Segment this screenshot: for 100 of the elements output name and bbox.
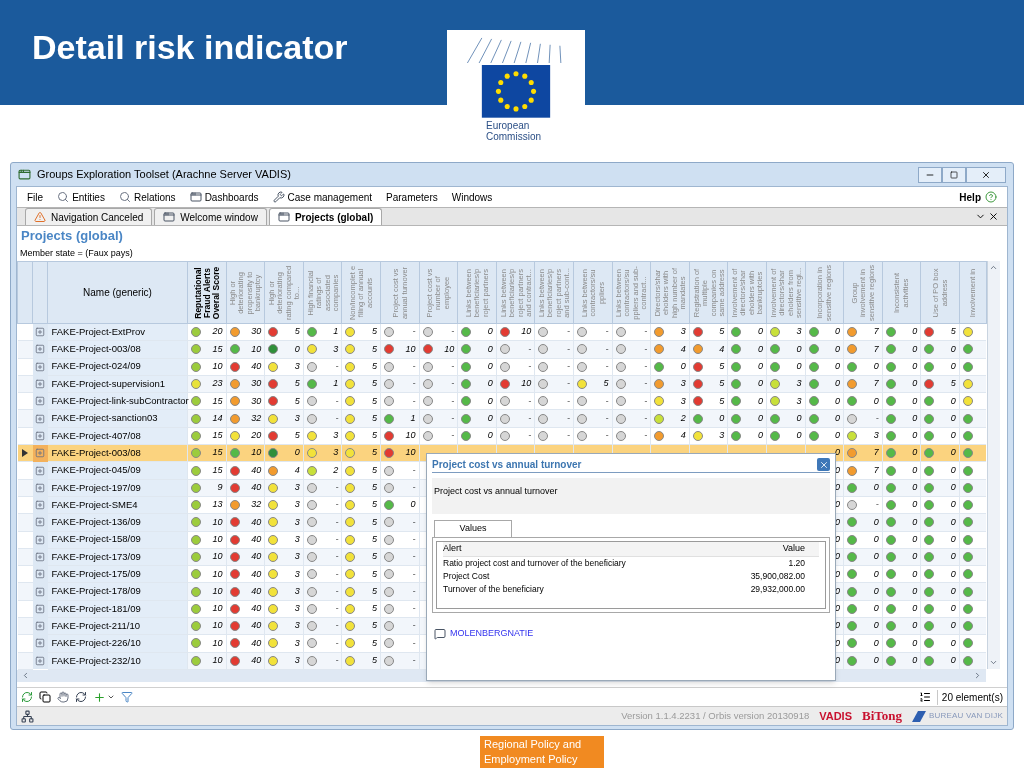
indicator-value: 3 — [294, 636, 300, 650]
indicator-value: 40 — [251, 602, 262, 616]
indicator-value: - — [566, 377, 570, 391]
indicator-value: 0 — [912, 429, 918, 443]
expand-icon[interactable] — [35, 655, 45, 666]
indicator-value: - — [605, 394, 609, 408]
expand-icon[interactable] — [35, 603, 45, 614]
scroll-left-icon[interactable] — [21, 671, 30, 681]
maximize-icon — [950, 170, 958, 179]
expand-icon[interactable] — [35, 621, 45, 632]
close-button[interactable] — [966, 166, 1006, 183]
indicator-value: - — [335, 550, 339, 564]
expand-icon[interactable] — [35, 396, 45, 407]
expand-icon[interactable] — [35, 327, 45, 338]
caret-icon[interactable] — [107, 693, 115, 701]
expand-icon[interactable] — [35, 638, 45, 649]
expand-icon[interactable] — [35, 552, 45, 562]
menu-item[interactable]: File — [27, 189, 44, 205]
indicator-value: - — [644, 394, 648, 408]
company-logo: BUREAU VAN DIJK — [929, 710, 1003, 722]
indicator-value: 30 — [251, 394, 262, 408]
indicator-value: 0 — [835, 342, 841, 356]
indicator-value: 3 — [680, 325, 686, 339]
column-header[interactable]: Reputational Fraud Alerts Overal Score — [188, 262, 226, 323]
list-icon[interactable] — [918, 691, 931, 703]
indicator-value: - — [451, 429, 455, 443]
expand-icon[interactable] — [35, 361, 45, 372]
description-text: Project cost vs annual turnover — [434, 486, 558, 496]
project-name: FAKE-Project-045/09 — [51, 464, 141, 476]
search-icon — [118, 191, 131, 203]
document-tab[interactable]: Navigation Canceled — [25, 208, 153, 225]
document-tab[interactable]: Projects (global) — [268, 208, 383, 225]
values-tab[interactable]: Values — [434, 520, 512, 537]
indicator-value: 0 — [950, 394, 956, 408]
menu-item[interactable]: Entities — [57, 189, 105, 205]
project-name: FAKE-Project-024/09 — [51, 360, 141, 372]
maximize-button[interactable] — [942, 166, 966, 183]
close-tab-icon[interactable] — [988, 211, 999, 222]
rotate-icon[interactable] — [75, 691, 87, 703]
scroll-right-icon[interactable] — [973, 671, 982, 681]
expand-icon[interactable] — [35, 482, 45, 493]
indicator-value: 4 — [680, 429, 686, 443]
indicator-value: - — [644, 325, 648, 339]
indicator-value: 0 — [912, 377, 918, 391]
entity-link[interactable]: MOLENBERGNATIE — [450, 627, 534, 641]
indicator-value: 0 — [912, 532, 918, 546]
indicator-value: 5 — [950, 377, 956, 391]
filter-icon[interactable] — [121, 691, 133, 703]
column-header[interactable]: Value — [782, 542, 819, 556]
expand-icon[interactable] — [35, 379, 45, 390]
company-logo: BiTong — [862, 707, 902, 726]
menu-item[interactable]: Dashboards — [189, 189, 259, 205]
indicator-value: 2 — [680, 411, 686, 425]
indicator-value: 0 — [950, 584, 956, 598]
scroll-up-icon[interactable] — [989, 263, 999, 272]
expand-icon[interactable] — [35, 344, 45, 355]
help-button[interactable]: Help — [959, 189, 997, 205]
indicator-value: - — [644, 377, 648, 391]
indicator-value: 0 — [950, 481, 956, 495]
indicator-value: 0 — [950, 654, 956, 668]
indicator-value: 0 — [757, 360, 763, 373]
expand-icon[interactable] — [35, 569, 45, 580]
menu-item[interactable]: Case management — [272, 189, 373, 205]
indicator-value: 13 — [212, 498, 223, 512]
column-header[interactable]: Alert — [443, 542, 462, 556]
indicator-value: 4 — [680, 342, 686, 356]
expand-icon[interactable] — [35, 517, 45, 528]
indicator-value: - — [566, 325, 570, 339]
indicator-value: - — [566, 342, 570, 356]
close-button[interactable] — [817, 458, 830, 471]
indicator-value: 0 — [950, 619, 956, 633]
indicator-value: 32 — [251, 411, 262, 425]
document-tab[interactable]: Welcome window — [154, 208, 267, 225]
copy-icon[interactable] — [39, 691, 51, 703]
refresh-icon[interactable] — [21, 691, 33, 703]
minimize-button[interactable] — [918, 166, 942, 183]
expand-icon[interactable] — [35, 465, 45, 476]
help-icon — [985, 191, 997, 203]
expand-icon[interactable] — [35, 534, 45, 545]
menu-item[interactable]: Windows — [451, 189, 493, 205]
indicator-value: 10 — [212, 360, 223, 373]
expand-icon[interactable] — [35, 500, 45, 511]
indicator-value: 3 — [294, 584, 300, 598]
hand-icon[interactable] — [57, 691, 69, 703]
expand-icon[interactable] — [35, 430, 45, 441]
project-name: FAKE-Project-158/09 — [51, 533, 141, 545]
scroll-down-icon[interactable] — [989, 658, 999, 667]
expand-icon[interactable] — [35, 586, 45, 597]
menu-item[interactable]: Parameters — [386, 189, 438, 205]
add-icon[interactable] — [93, 690, 106, 704]
indicator-value: 0 — [912, 463, 918, 477]
menu-item[interactable]: Relations — [118, 189, 176, 205]
indicator-value: 0 — [487, 342, 493, 356]
indicator-value: 3 — [294, 515, 300, 529]
expand-icon[interactable] — [35, 413, 45, 424]
column-header[interactable]: Name (generic) — [47, 261, 188, 324]
window-icon — [277, 211, 290, 223]
expand-icon[interactable] — [35, 448, 45, 459]
slide-title: Detail risk indicator — [32, 27, 348, 68]
indicator-value: 3 — [333, 446, 339, 460]
